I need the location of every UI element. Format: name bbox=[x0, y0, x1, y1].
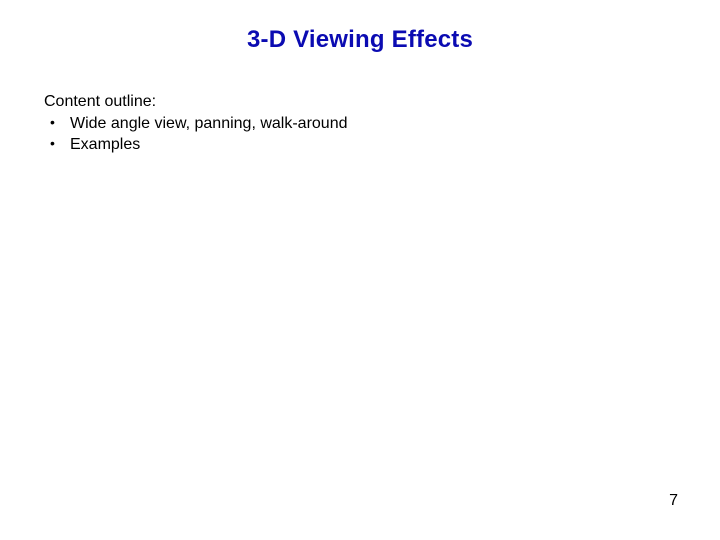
slide-title: 3-D Viewing Effects bbox=[0, 26, 720, 54]
bullet-list: Wide angle view, panning, walk-around Ex… bbox=[44, 114, 664, 155]
outline-label: Content outline: bbox=[44, 92, 664, 112]
slide: 3-D Viewing Effects Content outline: Wid… bbox=[0, 0, 720, 540]
slide-body: Content outline: Wide angle view, pannin… bbox=[44, 92, 664, 155]
page-number: 7 bbox=[669, 492, 678, 510]
list-item: Wide angle view, panning, walk-around bbox=[44, 114, 664, 134]
list-item: Examples bbox=[44, 135, 664, 155]
